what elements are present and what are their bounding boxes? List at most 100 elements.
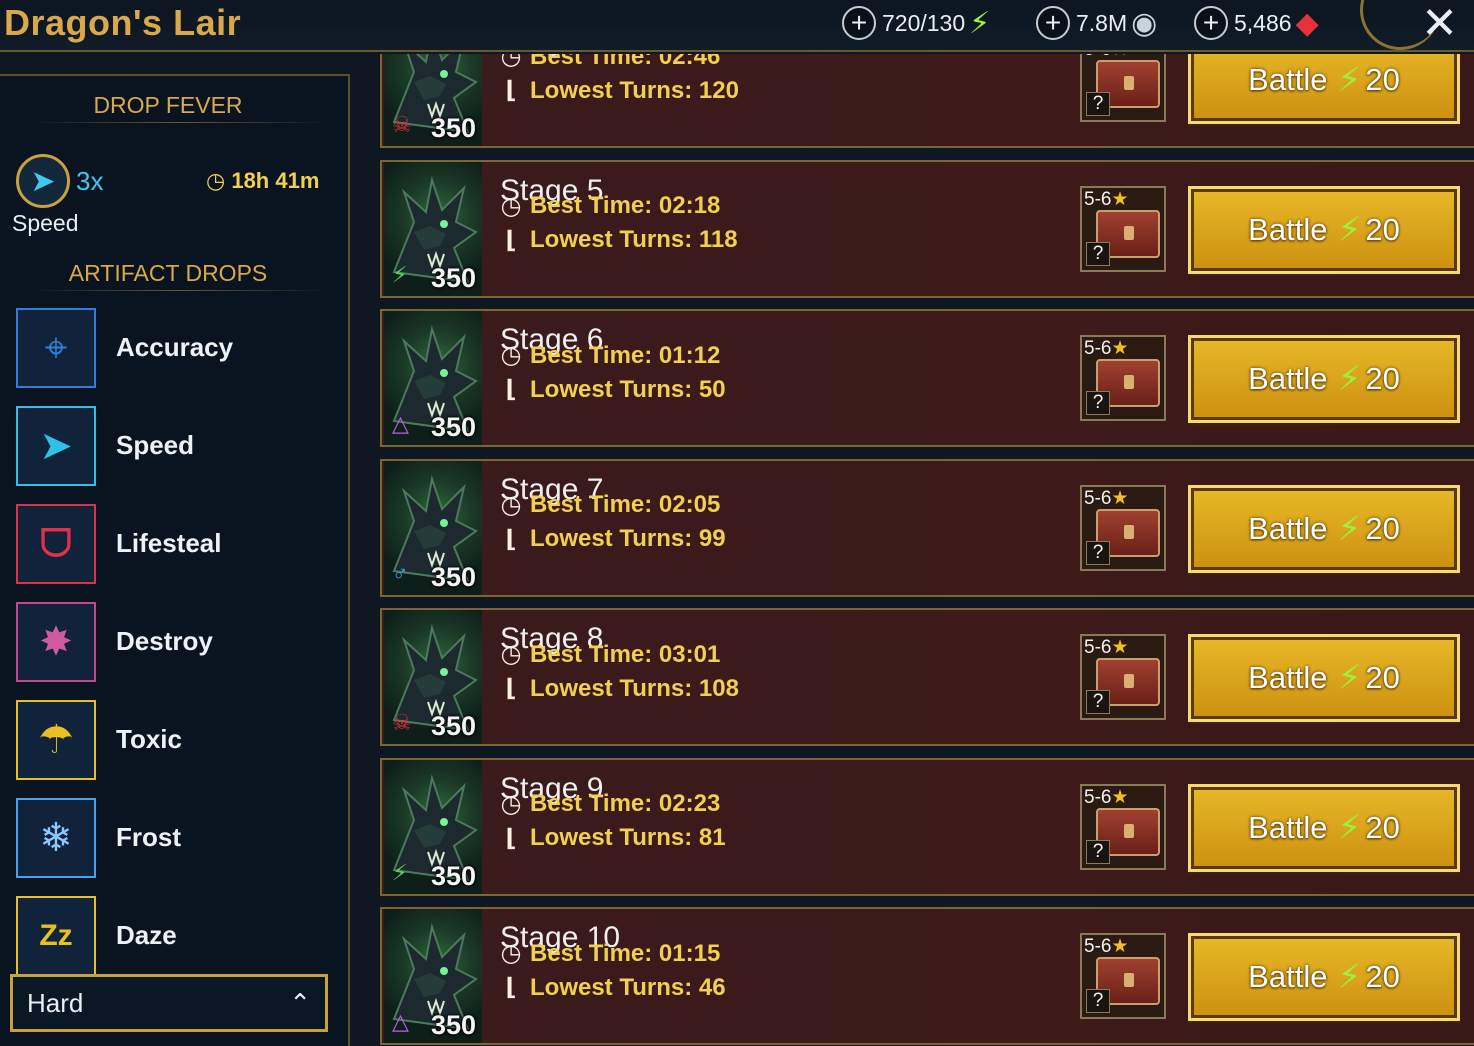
lowest-turns: ⌊ Lowest Turns: 118 — [500, 226, 738, 255]
best-time: ◷ Best Time: 01:12 — [500, 341, 721, 370]
enemy-power: 350 — [430, 262, 476, 293]
stage-row: ⚡ 350 Stage 5 ◷ Best Time: 02:18 ⌊ Lowest … — [380, 159, 1474, 298]
artifact-label: Speed — [116, 430, 195, 460]
energy-bolt-icon: ⚡ — [1337, 958, 1362, 996]
drop-rarity: 5-6★ — [1084, 487, 1129, 509]
clock-icon: ◷ — [500, 641, 522, 668]
clock-icon: ◷ — [500, 54, 522, 70]
artifact-item-lifesteal[interactable]: ᗜ Lifesteal — [16, 504, 336, 584]
turns-icon: ⌊ — [505, 675, 517, 702]
speed-set-icon: ➤ — [16, 154, 70, 208]
artifact-item-daze[interactable]: Zz Daze — [16, 896, 336, 976]
close-button[interactable]: ✕ — [1421, 0, 1458, 49]
question-icon: ? — [1086, 839, 1110, 864]
gems-value: 5,486 — [1234, 9, 1292, 36]
artifact-item-toxic[interactable]: ☂ Toxic — [16, 700, 336, 780]
clock-icon: ◷ — [500, 491, 522, 519]
battle-button[interactable]: Battle ⚡ 20 — [1188, 634, 1460, 722]
energy-counter[interactable]: + 720/130 ⚡ — [842, 4, 990, 42]
fever-stat-label: Speed — [12, 210, 79, 236]
battle-button[interactable]: Battle ⚡ 20 — [1188, 783, 1460, 872]
zzz-icon: Zz — [16, 896, 96, 976]
question-icon: ? — [1086, 92, 1110, 116]
question-icon: ? — [1086, 540, 1110, 565]
fang-icon: ᗜ — [16, 504, 96, 584]
clock-icon: ◷ — [500, 790, 522, 818]
artifact-item-speed[interactable]: ➤ Speed — [16, 406, 336, 486]
artifact-item-accuracy[interactable]: ⌖ Accuracy — [16, 308, 336, 388]
dragon-portrait: ⚡ 350 — [384, 161, 482, 296]
energy-value: 720/130 — [882, 9, 966, 36]
divider — [30, 122, 330, 123]
reward-chest[interactable]: 5-6★ ? — [1080, 484, 1166, 571]
artifact-item-destroy[interactable]: ✸ Destroy — [16, 602, 336, 682]
clock-icon: ◷ — [500, 940, 522, 967]
best-time: ◷ Best Time: 02:23 — [500, 790, 721, 818]
lowest-turns: ⌊ Lowest Turns: 120 — [500, 76, 739, 105]
speed-arrow-icon: ➤ — [16, 406, 96, 486]
artifact-item-frost[interactable]: ❄ Frost — [16, 798, 336, 878]
reward-chest[interactable]: 5-6★ ? — [1080, 933, 1166, 1019]
drop-rarity: 5-6★ — [1084, 786, 1129, 808]
turns-icon: ⌊ — [505, 226, 517, 254]
reward-chest[interactable]: 5-6★ ? — [1080, 783, 1166, 870]
artifact-label: Lifesteal — [116, 528, 222, 558]
silver-counter[interactable]: + 7.8M ◉ — [1036, 4, 1157, 42]
reward-chest[interactable]: 5-6★ ? — [1080, 634, 1166, 720]
clock-icon: ◷ — [500, 342, 522, 369]
fever-multiplier: 3x — [76, 166, 104, 196]
add-energy-button[interactable]: + — [842, 6, 876, 40]
drop-fever-title: DROP FEVER — [93, 92, 243, 118]
star-icon: ★ — [1111, 936, 1129, 957]
triangle-icon: △ — [392, 1009, 409, 1034]
battle-button[interactable]: Battle ⚡ 20 — [1188, 484, 1460, 573]
artifact-label: Accuracy — [116, 332, 234, 362]
clock-icon: ◷ — [500, 192, 522, 220]
fever-timer-value: 18h 41m — [231, 168, 320, 193]
enemy-power: 350 — [430, 1010, 476, 1040]
lowest-turns: ⌊ Lowest Turns: 46 — [500, 973, 726, 1002]
silver-value: 7.8M — [1076, 9, 1128, 36]
question-icon: ? — [1086, 241, 1110, 266]
page-title: Dragon's Lair — [4, 2, 242, 43]
bolt-icon: ⚡ — [392, 859, 408, 885]
question-icon: ? — [1086, 989, 1110, 1013]
question-icon: ? — [1086, 690, 1110, 714]
energy-bolt-icon: ⚡ — [969, 6, 991, 40]
chevron-up-icon: ⌃ — [289, 987, 311, 1018]
add-silver-button[interactable]: + — [1036, 6, 1070, 40]
star-icon: ★ — [1111, 338, 1129, 359]
artifact-label: Toxic — [116, 724, 182, 754]
battle-button[interactable]: Battle ⚡ 20 — [1188, 185, 1460, 274]
energy-bolt-icon: ⚡ — [1337, 509, 1362, 548]
target-icon: ⌖ — [16, 308, 96, 388]
ruby-gem-icon: ◆ — [1295, 6, 1319, 40]
reward-chest[interactable]: 5-6★ ? — [1080, 185, 1166, 272]
gems-counter[interactable]: + 5,486 ◆ — [1194, 4, 1319, 42]
dragon-portrait: △ 350 — [384, 909, 482, 1043]
add-gems-button[interactable]: + — [1194, 6, 1228, 40]
best-time: ◷ Best Time: 01:15 — [500, 939, 721, 968]
dragon-portrait: ♂ 350 — [384, 460, 482, 595]
battle-button[interactable]: Battle ⚡ 20 — [1188, 54, 1460, 124]
battle-button[interactable]: Battle ⚡ 20 — [1188, 335, 1460, 423]
reward-chest[interactable]: 5-6★ ? — [1080, 54, 1166, 122]
fever-timer: ◷ 18h 41m — [206, 168, 319, 194]
energy-bolt-icon: ⚡ — [1337, 210, 1362, 249]
triangle-icon: △ — [392, 411, 409, 436]
divider — [30, 290, 330, 291]
star-icon: ★ — [1111, 487, 1129, 509]
bolt-icon: ⚡ — [392, 261, 408, 287]
stage-row: ⚡ 350 Stage 9 ◷ Best Time: 02:23 ⌊ Lowest … — [380, 757, 1474, 896]
dragon-portrait: △ 350 — [384, 311, 482, 445]
turns-icon: ⌊ — [505, 525, 517, 553]
question-icon: ? — [1086, 391, 1110, 415]
battle-button[interactable]: Battle ⚡ 20 — [1188, 933, 1460, 1021]
reward-chest[interactable]: 5-6★ ? — [1080, 335, 1166, 421]
turns-icon: ⌊ — [505, 824, 517, 852]
stage-list[interactable]: ☠ 350 Stage 4 ◷Best Time: 02:46 ⌊Lowest … — [380, 54, 1474, 1046]
skull-icon: ☠ — [392, 710, 412, 735]
artifact-label: Daze — [116, 920, 177, 950]
lowest-turns: ⌊ Lowest Turns: 81 — [500, 824, 726, 853]
difficulty-select[interactable]: Hard ⌃ — [10, 974, 328, 1032]
